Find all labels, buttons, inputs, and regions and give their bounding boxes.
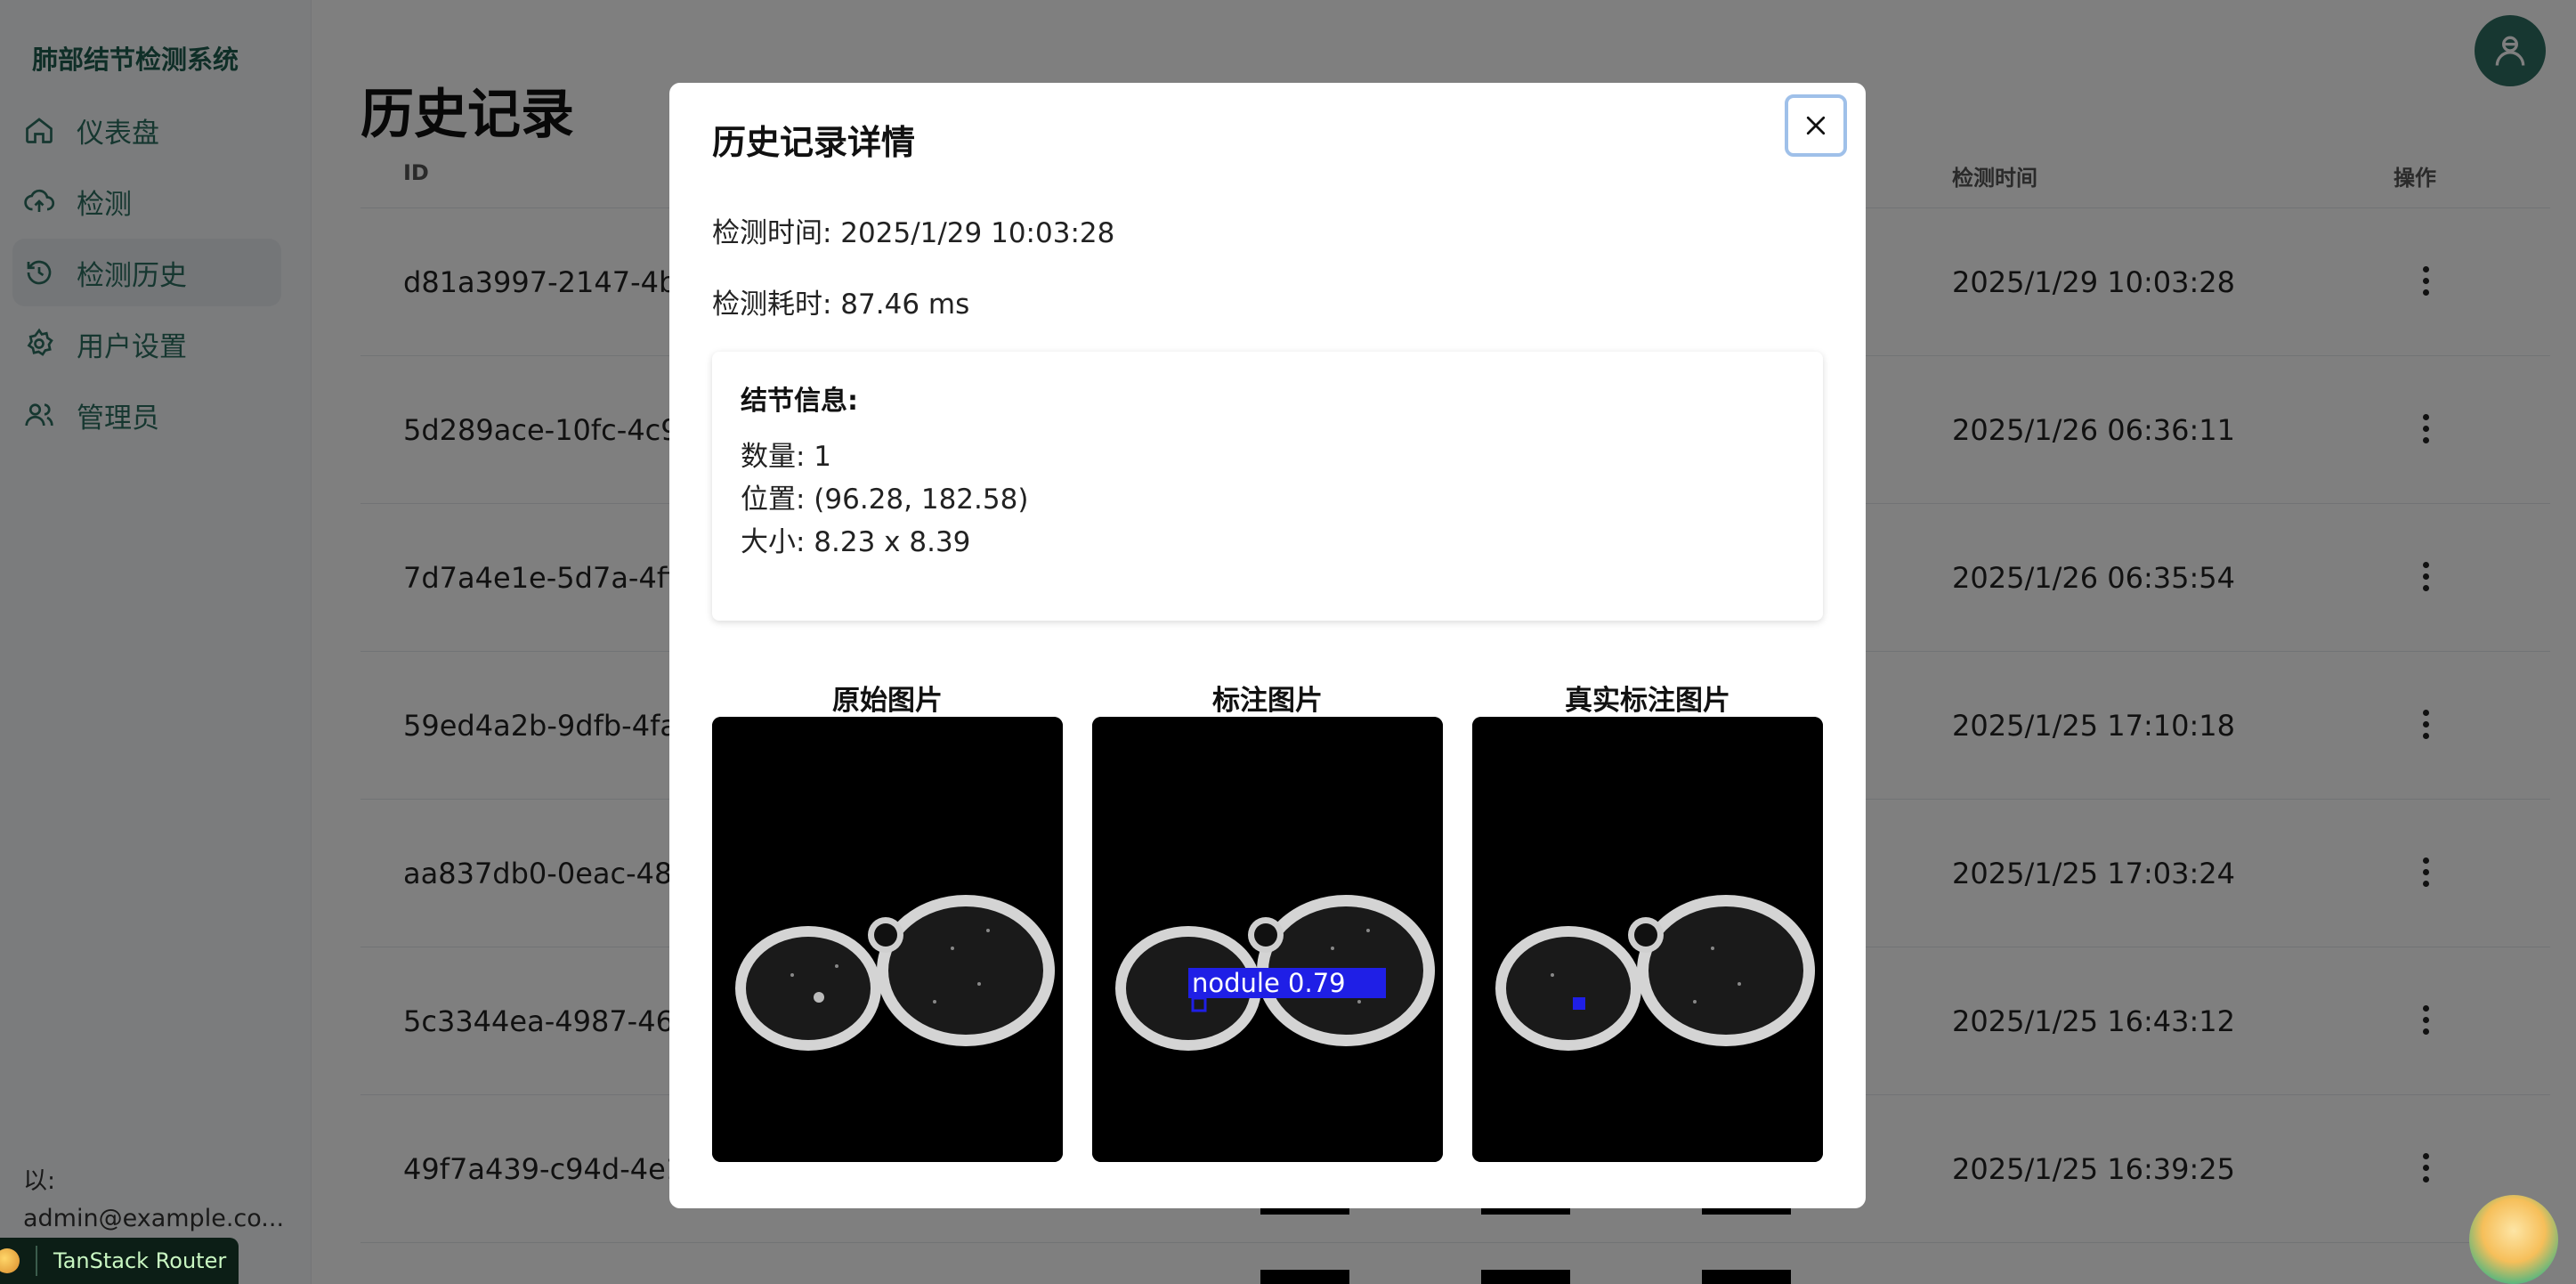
modal-title: 历史记录详情	[712, 123, 916, 162]
divider	[36, 1246, 37, 1276]
nodule-count: 数量: 1	[741, 441, 832, 473]
detection-label: nodule 0.79	[1192, 968, 1346, 998]
detect-time: 检测时间: 2025/1/29 10:03:28	[712, 217, 1115, 249]
island-logo-icon[interactable]	[2469, 1195, 2558, 1284]
tanstack-router-devtools[interactable]: TanStack Router	[0, 1238, 239, 1284]
nodule-size: 大小: 8.23 x 8.39	[741, 526, 971, 558]
annotated-image-panel: 标注图片 nodule 0.79	[1092, 678, 1443, 1162]
nodule-info-card: 结节信息: 数量: 1 位置: (96.28, 182.58) 大小: 8.23…	[712, 352, 1823, 621]
annotated-image-caption: 标注图片	[1212, 685, 1323, 717]
nodule-info-title: 结节信息:	[741, 386, 858, 417]
ground-truth-image-panel: 真实标注图片	[1472, 678, 1823, 1162]
nodule-position: 位置: (96.28, 182.58)	[741, 484, 1029, 516]
ground-truth-image-caption: 真实标注图片	[1565, 685, 1730, 717]
annotated-ct-image[interactable]: nodule 0.79	[1092, 717, 1443, 1162]
devtools-label: TanStack Router	[53, 1248, 227, 1273]
close-icon	[1806, 116, 1826, 135]
ground-truth-ct-image[interactable]	[1472, 717, 1823, 1162]
original-image-panel: 原始图片	[712, 678, 1063, 1162]
history-detail-modal: 历史记录详情 检测时间: 2025/1/29 10:03:28 检测耗时: 87…	[669, 83, 1866, 1208]
app-root: 肺部结节检测系统 仪表盘 检测 检测历史	[0, 0, 2576, 1284]
original-image-caption: 原始图片	[832, 685, 943, 717]
detect-duration: 检测耗时: 87.46 ms	[712, 288, 970, 321]
close-button[interactable]	[1785, 94, 1847, 157]
tanstack-logo-icon	[0, 1248, 20, 1273]
original-ct-image[interactable]	[712, 717, 1063, 1162]
